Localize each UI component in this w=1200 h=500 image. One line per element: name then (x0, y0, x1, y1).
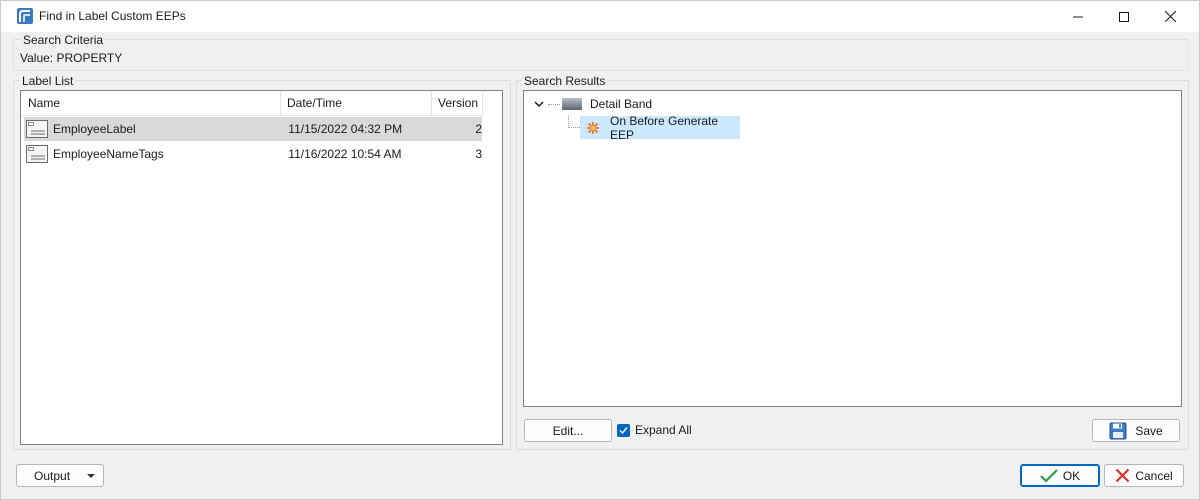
app-icon (17, 8, 33, 24)
tree-node-label: On Before Generate EEP (610, 113, 719, 142)
cancel-label: Cancel (1135, 468, 1173, 483)
tree-node-label: Detail Band (590, 97, 653, 111)
table-row[interactable]: EmployeeNameTags 11/16/2022 10:54 AM 3 (24, 142, 482, 166)
output-label: Output (34, 468, 71, 483)
list-header: Name Date/Time Version (21, 91, 483, 116)
maximize-icon (1119, 11, 1129, 22)
caret-down-icon (87, 474, 95, 478)
ok-label: OK (1062, 468, 1081, 483)
row-datetime: 11/16/2022 10:54 AM (288, 147, 402, 161)
checkbox-checked-icon[interactable] (617, 423, 630, 437)
tree-connector (568, 115, 580, 128)
dialog-window: Find in Label Custom EEPs Search Criteri… (0, 0, 1200, 500)
row-name: EmployeeNameTags (53, 147, 164, 161)
tree-connector (548, 103, 560, 105)
edit-button[interactable]: Edit... (524, 419, 612, 442)
search-results-label: Search Results (522, 74, 608, 88)
tree-node-detail-band[interactable]: Detail Band (532, 94, 652, 114)
criteria-value: Value: PROPERTY (20, 51, 123, 65)
column-header-datetime[interactable]: Date/Time (281, 91, 432, 116)
window-title: Find in Label Custom EEPs (39, 9, 186, 23)
label-icon (26, 145, 48, 163)
checkmark-icon (1040, 468, 1058, 483)
row-name: EmployeeLabel (53, 122, 136, 136)
title-bar[interactable]: Find in Label Custom EEPs (1, 1, 1199, 32)
expand-all-checkbox[interactable]: Expand All (617, 423, 692, 437)
column-header-version[interactable]: Version (432, 91, 483, 116)
label-list-view[interactable]: Name Date/Time Version EmployeeLabel 11/… (20, 90, 503, 445)
search-criteria-label: Search Criteria (21, 33, 106, 47)
chevron-down-icon[interactable] (532, 97, 546, 111)
table-row[interactable]: EmployeeLabel 11/15/2022 04:32 PM 2 (24, 117, 482, 141)
save-button[interactable]: Save (1092, 419, 1180, 442)
save-label: Save (1135, 423, 1163, 438)
search-criteria-group (13, 39, 1189, 71)
tree-node-event[interactable]: On Before Generate EEP (580, 113, 740, 142)
label-icon (26, 120, 48, 138)
search-results-tree[interactable]: Detail Band On Before Generate EEP (523, 90, 1182, 407)
minimize-button[interactable] (1055, 1, 1101, 32)
maximize-button[interactable] (1101, 1, 1147, 32)
floppy-disk-icon (1109, 422, 1127, 439)
event-icon (586, 121, 600, 135)
column-header-name[interactable]: Name (21, 91, 281, 116)
close-button[interactable] (1147, 1, 1193, 32)
x-icon (1116, 468, 1130, 483)
label-list-label: Label List (20, 74, 76, 88)
band-icon (562, 98, 582, 110)
row-version: 2 (475, 122, 482, 136)
expand-all-label: Expand All (635, 423, 692, 437)
minimize-icon (1073, 16, 1083, 17)
output-dropdown-button[interactable]: Output (16, 464, 104, 487)
cancel-button[interactable]: Cancel (1104, 464, 1184, 487)
close-icon (1164, 11, 1176, 22)
ok-button[interactable]: OK (1020, 464, 1100, 487)
row-version: 3 (475, 147, 482, 161)
row-datetime: 11/15/2022 04:32 PM (288, 122, 403, 136)
